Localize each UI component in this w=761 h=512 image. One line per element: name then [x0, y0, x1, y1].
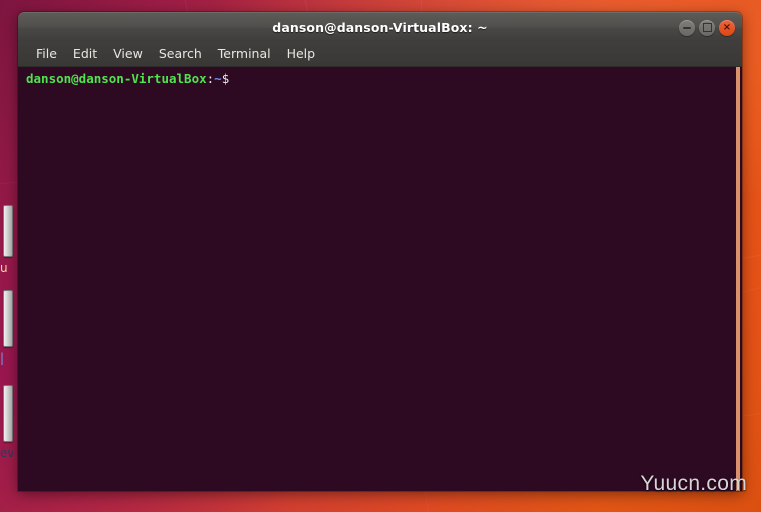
- terminal-titlebar[interactable]: danson@danson-VirtualBox: ~ ×: [18, 12, 742, 42]
- prompt-user-host: danson@danson-VirtualBox: [26, 71, 207, 86]
- background-window[interactable]: u | ev: [0, 150, 14, 480]
- maximize-button[interactable]: [699, 19, 715, 36]
- terminal-output: danson@danson-VirtualBox:~$: [18, 71, 742, 86]
- close-button[interactable]: ×: [719, 19, 735, 36]
- terminal-scrollbar[interactable]: [736, 67, 740, 491]
- background-window-scrollbar[interactable]: [3, 385, 13, 442]
- menu-item-file[interactable]: File: [28, 42, 65, 66]
- background-window-text-fragment: u: [0, 262, 8, 275]
- window-title: danson@danson-VirtualBox: ~: [272, 20, 488, 35]
- prompt-path: ~: [214, 71, 222, 86]
- background-window-scrollbar[interactable]: [3, 205, 13, 257]
- window-controls: ×: [679, 13, 735, 42]
- terminal-window[interactable]: danson@danson-VirtualBox: ~ × File Edit …: [18, 12, 742, 491]
- terminal-menubar[interactable]: File Edit View Search Terminal Help: [18, 42, 742, 67]
- menu-item-help[interactable]: Help: [279, 42, 324, 66]
- menu-item-edit[interactable]: Edit: [65, 42, 105, 66]
- maximize-icon: [702, 23, 712, 32]
- background-window-text-fragment: |: [0, 352, 5, 365]
- menu-item-view[interactable]: View: [105, 42, 151, 66]
- prompt-symbol: $: [221, 71, 230, 86]
- terminal-body[interactable]: danson@danson-VirtualBox:~$: [18, 67, 742, 491]
- close-icon: ×: [722, 21, 732, 33]
- background-window-text-fragment: ev: [0, 447, 13, 460]
- background-window-scrollbar[interactable]: [3, 290, 13, 347]
- minimize-button[interactable]: [679, 19, 695, 36]
- minimize-icon: [683, 26, 691, 29]
- desktop: u | ev danson@danson-VirtualBox: ~ × Fil…: [0, 0, 761, 512]
- menu-item-search[interactable]: Search: [151, 42, 210, 66]
- menu-item-terminal[interactable]: Terminal: [210, 42, 279, 66]
